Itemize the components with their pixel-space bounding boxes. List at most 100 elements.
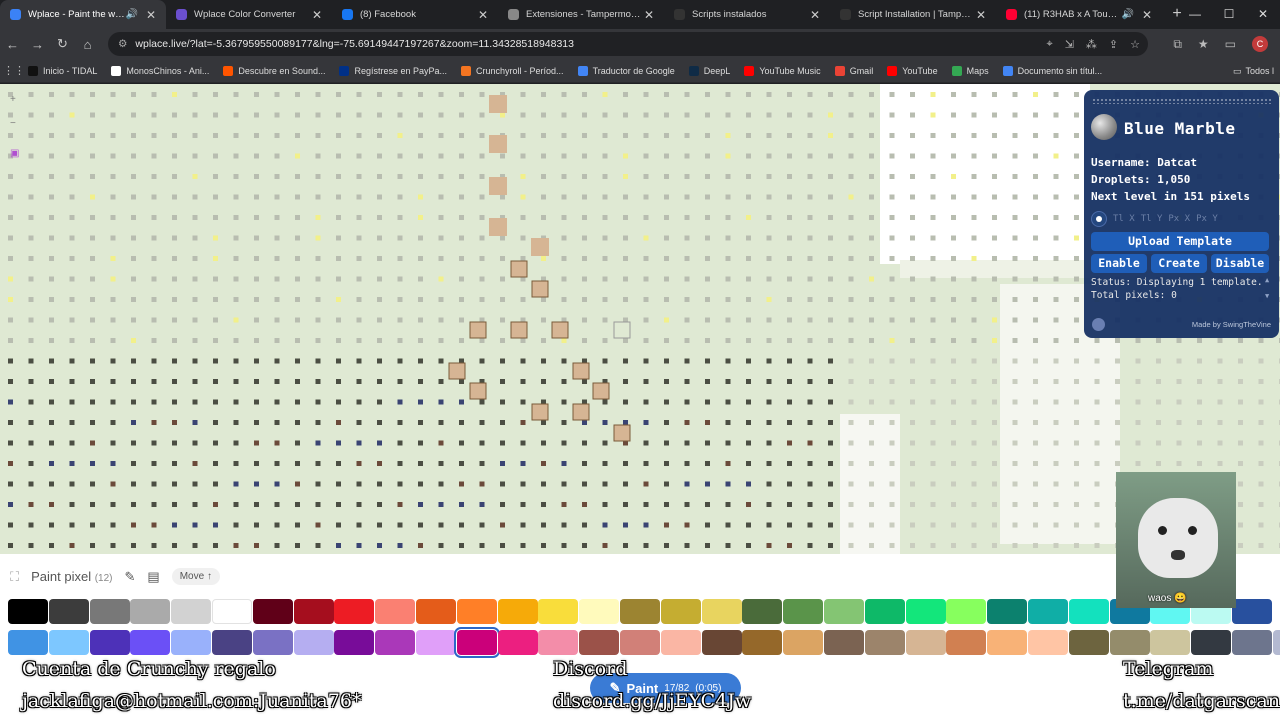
- color-swatch[interactable]: [701, 599, 742, 624]
- pencil-icon[interactable]: ✎: [125, 569, 136, 585]
- close-tab-icon[interactable]: ✕: [808, 8, 822, 22]
- enable-button[interactable]: Enable: [1091, 254, 1147, 273]
- color-swatch[interactable]: [946, 630, 987, 655]
- color-swatch[interactable]: [1150, 630, 1191, 655]
- color-swatch[interactable]: [864, 630, 905, 655]
- all-bookmarks-folder[interactable]: ▭ Todos l: [1233, 59, 1274, 83]
- color-swatch[interactable]: [1068, 630, 1109, 655]
- color-swatch[interactable]: [864, 599, 905, 624]
- color-swatch[interactable]: [783, 599, 824, 624]
- site-info-icon[interactable]: ⚙: [118, 38, 127, 50]
- close-tab-icon[interactable]: ✕: [476, 8, 490, 22]
- share-icon[interactable]: ⇪: [1109, 38, 1118, 51]
- color-swatch[interactable]: [579, 630, 620, 655]
- address-bar[interactable]: ⚙ wplace.live/?lat=-5.367959550089177&ln…: [108, 32, 1148, 56]
- tampermonkey-icon[interactable]: ▣: [10, 148, 19, 159]
- translate-icon[interactable]: ⁂: [1086, 38, 1097, 51]
- pin-icon[interactable]: [1091, 211, 1107, 227]
- drag-handle[interactable]: [1092, 98, 1271, 104]
- close-tab-icon[interactable]: ✕: [974, 8, 988, 22]
- location-icon[interactable]: ⌖: [1046, 38, 1052, 51]
- color-swatch[interactable]: [1191, 630, 1232, 655]
- close-tab-icon[interactable]: ✕: [144, 8, 158, 22]
- color-swatch[interactable]: [742, 630, 783, 655]
- extensions-icon[interactable]: ⧉: [1173, 37, 1182, 52]
- browser-tab[interactable]: Script Installation | Tampermonkey✕: [830, 0, 996, 29]
- color-swatch[interactable]: [1232, 599, 1272, 624]
- color-swatch[interactable]: [453, 627, 500, 658]
- minimize-icon[interactable]: —: [1178, 0, 1212, 29]
- install-app-icon[interactable]: ⇲: [1065, 38, 1074, 51]
- color-swatch[interactable]: [497, 599, 538, 624]
- tile-y-input[interactable]: Tl Y: [1141, 214, 1163, 224]
- disable-button[interactable]: Disable: [1211, 254, 1269, 273]
- color-swatch[interactable]: [252, 599, 293, 624]
- color-swatch[interactable]: [1028, 630, 1068, 655]
- color-swatch[interactable]: [1232, 630, 1272, 655]
- color-swatch[interactable]: [252, 630, 293, 655]
- color-swatch[interactable]: [1068, 599, 1109, 624]
- color-swatch[interactable]: [334, 599, 375, 624]
- bookmark-item[interactable]: YouTube Music: [744, 65, 821, 76]
- bookmarks-icon[interactable]: ★: [1198, 37, 1209, 51]
- bookmark-item[interactable]: DeepL: [688, 65, 730, 76]
- forward-icon[interactable]: →: [25, 37, 50, 52]
- color-swatch[interactable]: [375, 630, 416, 655]
- url-text[interactable]: wplace.live/?lat=-5.367959550089177&lng=…: [135, 38, 574, 50]
- color-swatch[interactable]: [48, 630, 89, 655]
- color-swatch[interactable]: [416, 630, 456, 655]
- color-swatch[interactable]: [293, 599, 334, 624]
- bookmark-item[interactable]: Documento sin títul...: [1002, 65, 1102, 76]
- bookmark-item[interactable]: YouTube: [887, 65, 938, 76]
- tile-x-input[interactable]: Tl X: [1113, 214, 1135, 224]
- profile-avatar[interactable]: C: [1252, 36, 1268, 52]
- create-button[interactable]: Create: [1151, 254, 1207, 273]
- color-swatch[interactable]: [905, 630, 946, 655]
- color-swatch[interactable]: [8, 630, 48, 655]
- browser-tab[interactable]: (11) R3HAB x A Touch Of Cl🔊 ✕: [996, 0, 1162, 29]
- maximize-icon[interactable]: ☐: [1212, 0, 1246, 29]
- color-swatch[interactable]: [8, 599, 48, 624]
- bookmark-item[interactable]: Maps: [951, 65, 989, 76]
- color-swatch[interactable]: [987, 599, 1028, 624]
- color-swatch[interactable]: [660, 630, 701, 655]
- color-swatch[interactable]: [416, 599, 456, 624]
- color-swatch[interactable]: [538, 599, 579, 624]
- color-swatch[interactable]: [89, 630, 130, 655]
- cast-icon[interactable]: ▭: [1225, 37, 1236, 51]
- browser-tab[interactable]: Wplace - Paint the world 🔊 ✕: [0, 0, 166, 29]
- speaker-icon[interactable]: 🔊: [126, 9, 138, 20]
- color-swatch[interactable]: [212, 630, 252, 655]
- color-swatch[interactable]: [742, 599, 783, 624]
- color-swatch[interactable]: [171, 630, 212, 655]
- color-swatch[interactable]: [334, 630, 375, 655]
- close-window-icon[interactable]: ✕: [1246, 0, 1280, 29]
- home-icon[interactable]: ⌂: [75, 37, 100, 52]
- bookmark-item[interactable]: Regístrese en PayPa...: [339, 65, 447, 76]
- bookmark-star-icon[interactable]: ☆: [1130, 38, 1140, 51]
- speaker-icon[interactable]: 🔊: [1122, 9, 1134, 20]
- color-swatch[interactable]: [660, 599, 701, 624]
- browser-tab[interactable]: (8) Facebook ✕: [332, 0, 498, 29]
- bookmark-item[interactable]: MonosChinos - Ani...: [111, 65, 209, 76]
- reload-icon[interactable]: ↻: [50, 36, 75, 52]
- browser-tab[interactable]: Extensiones - Tampermonkey ✕: [498, 0, 664, 29]
- settings-icon[interactable]: [1092, 318, 1105, 331]
- bookmark-item[interactable]: Descubre en Sound...: [223, 65, 325, 76]
- apps-icon[interactable]: ⋮⋮: [0, 64, 28, 77]
- color-swatch[interactable]: [620, 599, 660, 624]
- color-swatch[interactable]: [375, 599, 416, 624]
- color-swatch[interactable]: [497, 630, 538, 655]
- browser-tab[interactable]: Scripts instalados ✕: [664, 0, 830, 29]
- color-swatch[interactable]: [456, 599, 497, 624]
- bookmark-item[interactable]: Inicio - TIDAL: [28, 65, 97, 76]
- color-swatch[interactable]: [130, 630, 171, 655]
- blue-marble-logo[interactable]: [1091, 114, 1117, 140]
- color-swatch[interactable]: [1028, 599, 1068, 624]
- upload-template-button[interactable]: Upload Template: [1091, 232, 1269, 251]
- color-swatch[interactable]: [293, 630, 334, 655]
- color-swatch[interactable]: [783, 630, 824, 655]
- color-swatch[interactable]: [620, 630, 660, 655]
- bookmark-item[interactable]: Crunchyroll - Períod...: [461, 65, 564, 76]
- palette-icon[interactable]: ▤: [147, 569, 159, 585]
